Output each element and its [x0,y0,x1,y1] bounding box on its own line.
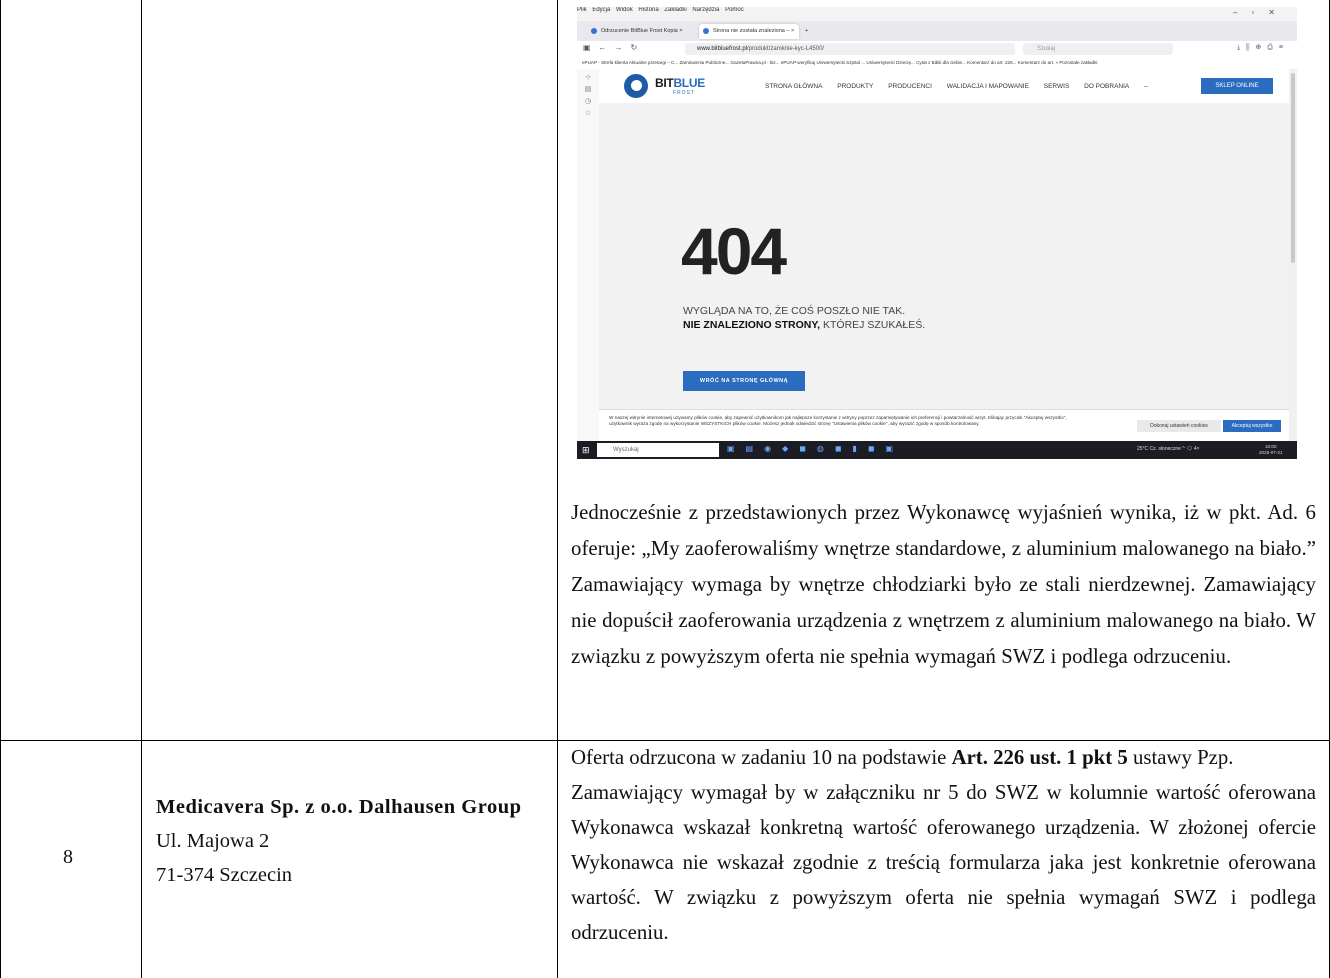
windows-start-icon[interactable]: ⊞ [582,445,590,456]
menu-item[interactable]: Narzędzia [692,7,719,13]
new-tab-button[interactable]: + [801,24,815,39]
url-bar[interactable]: www.bitbluefrost.pl/produkt/zamknie-kyc-… [685,43,1015,55]
taskbar-search-input[interactable]: Wyszukaj [597,443,719,457]
nav-item[interactable]: DO POBRANIA [1084,83,1129,90]
menu-item[interactable]: Pomoc [725,7,744,13]
error-message-line2: NIE ZNALEZIONO STRONY, KTÓREJ SZUKAŁEŚ. [683,319,926,331]
bitblue-logo-icon[interactable] [624,74,648,98]
nav-item[interactable]: SERWIS [1044,83,1070,90]
windows-taskbar: ⊞ Wyszukaj ▣▤◉◆◼◍◼▮◼▣ 25°C Cz. słoneczne… [577,441,1297,459]
site-nav: STRONA GŁÓWNA PRODUKTY PRODUCENCI WALIDA… [765,83,1161,90]
shop-online-button[interactable]: SKLEP ONLINE [1201,78,1273,94]
vendor-name: Medicavera Sp. z o.o. Dalhausen Group [156,796,522,818]
rejection-explanation: Zamawiający wymagał by w załączniku nr 5… [571,781,1316,944]
nav-item[interactable]: PRODUCENCI [888,83,932,90]
page-icon [703,28,709,34]
nav-item[interactable]: PRODUKTY [837,83,873,90]
taskbar-apps-icon[interactable]: ▣▤◉◆◼◍◼▮◼▣ [727,444,904,453]
browser-sidebar: ⊹ ▤ ◷ ☆ [577,69,600,441]
justification-paragraph: Jednocześnie z przedstawionych przez Wyk… [571,501,1316,668]
scrollbar[interactable] [1289,69,1297,441]
table-border-col1 [141,0,142,978]
row-number: 8 [63,846,73,868]
site-header: BITBLUE FROST STRONA GŁÓWNA PRODUKTY PRO… [599,69,1289,103]
taskbar-clock: 10:00 2025-07-21 [1259,444,1283,455]
page-content: BITBLUE FROST STRONA GŁÓWNA PRODUKTY PRO… [599,69,1289,442]
history-icon[interactable]: ◷ [577,97,599,105]
vendor-street: Ul. Majowa 2 [156,830,270,852]
scroll-thumb[interactable] [1291,73,1295,263]
menu-item[interactable]: Historia [638,7,658,13]
error-message-line1: WYGLĄDA NA TO, ŻE COŚ POSZŁO NIE TAK. [683,305,906,317]
cookie-settings-button[interactable]: Dokonaj ustawień cookies [1137,420,1221,432]
logo-text[interactable]: BITBLUE [655,76,705,90]
menu-item[interactable]: Widok [616,7,633,13]
error-code: 404 [681,214,787,288]
toolbar-icons[interactable]: ⤓⫼⊕⎙≡ [1237,43,1289,52]
table-border-col2 [557,0,558,978]
bookmark-icon[interactable]: ▤ [577,85,599,93]
vendor-cell: Medicavera Sp. z o.o. Dalhausen Group Ul… [156,790,546,892]
nav-item[interactable]: STRONA GŁÓWNA [765,83,822,90]
sidebar-icon[interactable]: ⊹ [577,73,599,81]
menu-item[interactable]: Zakładki [664,7,686,13]
search-input[interactable]: Szukaj [1023,43,1173,55]
back-home-button[interactable]: WRÓĆ NA STRONĘ GŁÓWNĄ [683,371,805,391]
rejection-legal-basis: Oferta odrzucona w zadaniu 10 na podstaw… [571,746,1234,769]
tab-404[interactable]: Strona nie została znaleziona – × [699,24,799,39]
browser-tabbar: Odrzucenie BitBlue Frost Kopia × Strona … [577,21,1297,41]
page-icon [591,28,597,34]
menu-item[interactable]: Plik [577,7,587,13]
table-border-left [0,0,1,978]
browser-toolbar: ▣←→↻ www.bitbluefrost.pl/produkt/zamknie… [577,41,1297,58]
menu-item[interactable]: Edycja [592,7,610,13]
system-tray: 25°C Cz. słoneczne ^ 🗨 4× [1137,446,1200,452]
window-controls-icon[interactable]: –▫✕ [1233,8,1289,17]
tab-odrzucenie[interactable]: Odrzucenie BitBlue Frost Kopia × [587,24,697,39]
nav-arrows-icon[interactable]: ▣←→↻ [583,43,645,52]
vendor-city: 71-374 Szczecin [156,864,293,886]
star-icon[interactable]: ☆ [577,109,599,117]
browser-menubar: Plik Edycja Widok Historia Zakładki Narz… [577,7,1297,21]
cookie-banner: W naszej witrynie internetowej używamy p… [599,409,1289,442]
embedded-browser-screenshot: Plik Edycja Widok Historia Zakładki Narz… [577,7,1297,459]
cookie-text: W naszej witrynie internetowej używamy p… [609,415,1067,426]
rejection-reason: Oferta odrzucona w zadaniu 10 na podstaw… [571,740,1316,950]
cookie-accept-button[interactable]: Akceptuj wszystko [1223,420,1281,432]
logo-sub: FROST [673,90,695,96]
nav-item[interactable]: WALIDACJA I MAPOWANIE [947,83,1029,90]
nav-item[interactable]: – [1144,83,1148,90]
